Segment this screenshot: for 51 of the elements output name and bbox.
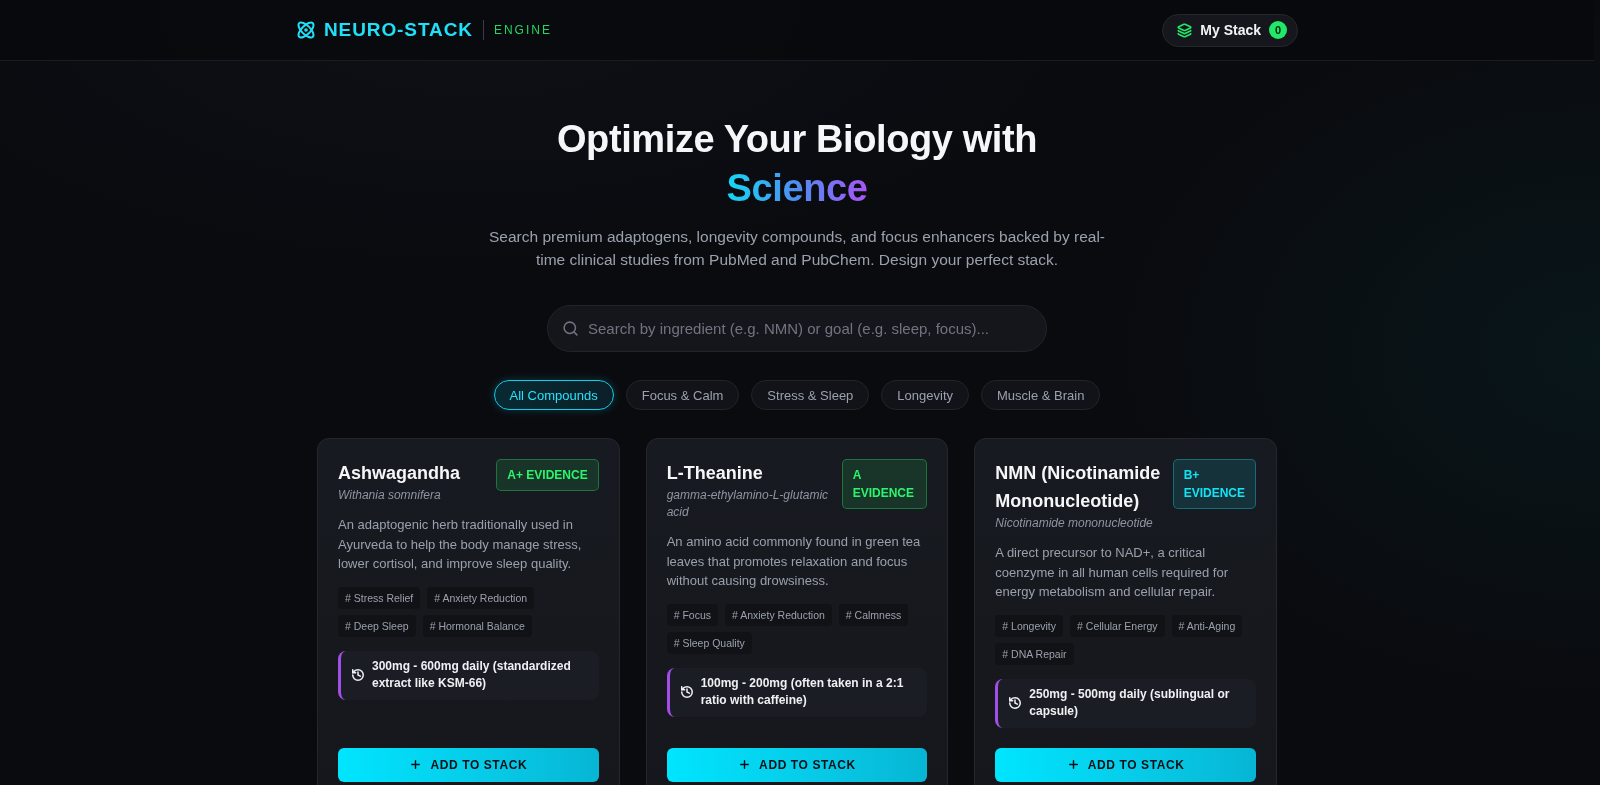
latin-name: Withania somnifera <box>338 487 442 504</box>
topic-tag: # Longevity <box>995 614 1064 637</box>
topic-tag: # DNA Repair <box>995 642 1074 665</box>
add-to-stack-button[interactable]: ADD TO STACK <box>666 747 928 782</box>
latin-name: Nicotinamide mononucleotide <box>995 515 1154 532</box>
add-to-stack-button[interactable]: ADD TO STACK <box>338 747 599 782</box>
latin-name: gamma-ethylamino-L-glutamic acid <box>666 487 830 521</box>
compound-description: An adaptogenic herb traditionally used in Ayurveda to help the body manage stress, lower cortisol, and improve sleep quality. <box>338 516 583 573</box>
topic-tag: # Deep Sleep <box>338 614 416 637</box>
evidence-badge: B+ EVIDENCE <box>1172 459 1256 509</box>
plus-icon <box>409 758 423 771</box>
logo-tag: ENGINE <box>493 23 552 37</box>
history-icon <box>679 685 694 699</box>
dosage-text: 100mg - 200mg (often taken in a 2:1 ratio with caffeine) <box>700 674 905 709</box>
topic-tag: # Cellular Energy <box>1070 614 1165 637</box>
evidence-badge: A EVIDENCE <box>841 459 928 509</box>
topic-tag: # Hormonal Balance <box>422 614 532 637</box>
hero-title: Optimize Your Biology with <box>556 117 1038 162</box>
filter-tab[interactable]: Longevity <box>881 380 969 410</box>
history-icon <box>1008 696 1023 710</box>
my-stack-button[interactable]: My Stack 0 <box>1162 13 1298 47</box>
search-field[interactable]: Search by ingredient (e.g. NMN) or goal (e.g. sleep, focus)... <box>547 305 1047 352</box>
compound-name: Ashwagandha <box>338 462 461 485</box>
logo-text: NEURO-STACK <box>324 19 473 41</box>
stack-count: 0 <box>1269 21 1287 39</box>
topic-tag: # Sleep Quality <box>666 631 752 654</box>
dosage-text: 300mg - 600mg daily (standardized extract like KSM-66) <box>372 657 572 692</box>
topic-tag: # Calmness <box>838 603 909 626</box>
topic-tag: # Anxiety Reduction <box>427 586 535 609</box>
compound-description: A direct precursor to NAD+, a critical coenzyme in all human cells required for energy metabolism and cellular repair. <box>995 544 1229 601</box>
layers-icon <box>1177 22 1193 38</box>
history-icon <box>351 668 365 682</box>
topic-tag: # Anti-Aging <box>1171 614 1243 637</box>
topic-tag: # Focus <box>666 603 718 626</box>
filter-tab[interactable]: Stress & Sleep <box>751 380 870 410</box>
topic-tag: # Stress Relief <box>338 586 421 609</box>
plus-icon <box>1066 758 1080 771</box>
add-to-stack-button[interactable]: ADD TO STACK <box>995 747 1256 782</box>
compound-description: An amino acid commonly found in green tea leaves that promotes relaxation and focus without causing drowsiness. <box>666 533 922 590</box>
filter-tab[interactable]: All Compounds <box>493 380 614 410</box>
evidence-badge: A+ EVIDENCE <box>496 459 599 491</box>
filter-tab[interactable]: Muscle & Brain <box>981 380 1101 410</box>
compound-name: NMN (Nicotinamide Mononucleotide) <box>995 462 1161 513</box>
topic-tag: # Anxiety Reduction <box>725 603 832 626</box>
search-icon <box>562 320 579 337</box>
hero-subtitle: Search premium adaptogens, longevity compounds, and focus enhancers backed by real-time clinical studies from PubMed and PubChem. Design your perfect stack. <box>487 227 1107 270</box>
plus-icon <box>738 758 752 771</box>
atom-icon <box>296 20 316 40</box>
filter-tab[interactable]: Focus & Calm <box>625 380 740 410</box>
compound-name: L-Theanine <box>666 462 764 485</box>
dosage-text: 250mg - 500mg daily (sublingual or capsule) <box>1029 685 1231 720</box>
